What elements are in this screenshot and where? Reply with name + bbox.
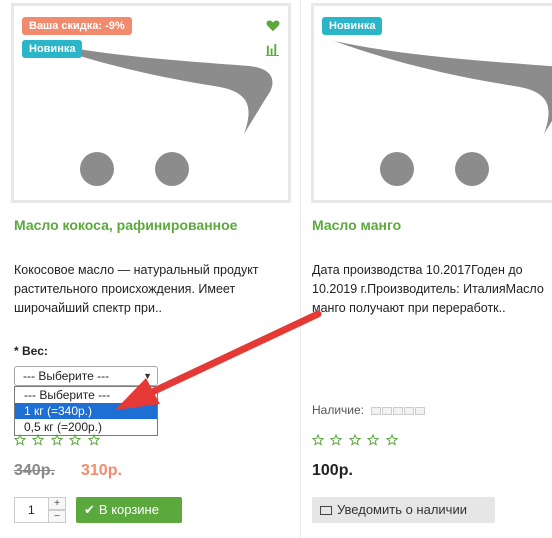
option-label-text: Вес: — [22, 344, 48, 358]
weight-dropdown-list: --- Выберите --- 1 кг (=340р.) 0,5 кг (=… — [14, 386, 158, 436]
chevron-down-icon: ▼ — [143, 371, 152, 381]
product-description: Дата производства 10.2017Годен до 10.201… — [312, 263, 544, 315]
star-empty-icon — [385, 434, 398, 446]
star-empty-icon — [69, 434, 82, 446]
new-badge: Новинка — [22, 40, 83, 58]
cart-placeholder-image — [334, 41, 552, 186]
required-mark: * — [14, 344, 19, 358]
dropdown-option-placeholder[interactable]: --- Выберите --- — [15, 387, 157, 403]
product-image[interactable]: Ваша скидка: -9% Новинка — [11, 3, 291, 203]
dropdown-option-1kg[interactable]: 1 кг (=340р.) — [15, 403, 157, 419]
old-price: 340р. — [14, 462, 55, 479]
availability-indicator — [371, 404, 426, 418]
product-image[interactable]: Новинка — [311, 3, 552, 203]
availability: Наличие: — [312, 403, 426, 418]
cart-placeholder-image — [34, 41, 273, 186]
envelope-icon — [320, 506, 332, 515]
star-empty-icon — [348, 434, 361, 446]
add-to-cart-button[interactable]: ✔ В корзине — [76, 497, 182, 523]
check-icon: ✔ — [84, 502, 95, 517]
sale-price: 310р. — [81, 462, 122, 479]
quantity-minus-button[interactable]: − — [48, 510, 66, 523]
product-card-coconut-oil: Ваша скидка: -9% Новинка Масло кокоса, р… — [0, 0, 300, 538]
star-empty-icon — [50, 434, 63, 446]
star-empty-icon — [32, 434, 45, 446]
new-badge: Новинка — [322, 17, 383, 35]
product-title[interactable]: Масло манго — [312, 217, 401, 233]
quantity-stepper: 1 + − — [14, 497, 66, 523]
select-value: --- Выберите --- — [23, 369, 110, 383]
cart-button-label: В корзине — [98, 502, 159, 517]
quantity-input[interactable]: 1 — [14, 497, 48, 523]
star-empty-icon — [312, 434, 324, 446]
notify-button-label: Уведомить о наличии — [337, 502, 467, 517]
product-title[interactable]: Масло кокоса, рафинированное — [14, 217, 237, 233]
rating-stars — [14, 433, 102, 446]
notify-availability-button[interactable]: Уведомить о наличии — [312, 497, 495, 523]
bar-chart-icon[interactable] — [266, 43, 279, 56]
availability-label: Наличие: — [312, 403, 365, 417]
product-price: 100р. — [312, 462, 353, 479]
rating-stars — [312, 433, 400, 446]
weight-select[interactable]: --- Выберите --- ▼ — [14, 366, 158, 386]
star-empty-icon — [14, 434, 26, 446]
star-empty-icon — [87, 434, 100, 446]
heart-icon[interactable] — [266, 19, 280, 33]
option-label: * Вес: — [14, 344, 48, 358]
discount-badge: Ваша скидка: -9% — [22, 17, 132, 35]
product-card-mango-oil: Новинка Масло манго Дата производства 10… — [300, 0, 552, 538]
star-empty-icon — [367, 434, 380, 446]
star-empty-icon — [330, 434, 343, 446]
quantity-plus-button[interactable]: + — [48, 497, 66, 510]
product-description: Кокосовое масло — натуральный продукт ра… — [14, 263, 259, 315]
